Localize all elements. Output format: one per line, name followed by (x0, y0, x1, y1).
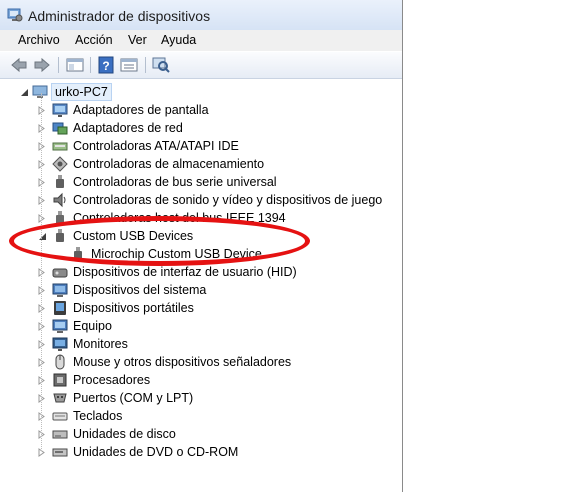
category-label: Dispositivos portátiles (73, 301, 194, 315)
window-title: Administrador de dispositivos (28, 8, 211, 24)
category-label: Mouse y otros dispositivos señaladores (73, 355, 292, 369)
expand-arrow-icon[interactable] (36, 122, 48, 134)
category-label: Controladoras ATA/ATAPI IDE (73, 139, 239, 153)
hid-icon (52, 268, 68, 278)
tree-node-usb-controllers[interactable]: Controladoras de bus serie universal (36, 173, 277, 191)
menu-bar: Archivo Acción Ver Ayuda (0, 30, 402, 51)
expand-arrow-icon[interactable] (36, 446, 48, 458)
category-label: Controladoras de bus serie universal (73, 175, 277, 189)
tree-node-computer[interactable]: Equipo (36, 317, 112, 335)
category-label: Equipo (73, 319, 112, 333)
disk-drive-icon (52, 430, 68, 439)
collapse-arrow-icon[interactable] (18, 86, 30, 98)
expand-arrow-icon[interactable] (36, 410, 48, 422)
expand-arrow-icon[interactable] (36, 104, 48, 116)
speaker-icon (53, 192, 66, 208)
monitor-icon (52, 337, 68, 351)
ide-controller-icon (52, 142, 68, 151)
help-icon[interactable]: ? (97, 56, 115, 74)
category-label: Controladoras de almacenamiento (73, 157, 265, 171)
category-label: Unidades de DVD o CD-ROM (73, 445, 239, 459)
expand-arrow-icon[interactable] (36, 320, 48, 332)
menu-archivo[interactable]: Archivo (18, 33, 60, 47)
menu-ayuda[interactable]: Ayuda (161, 33, 196, 47)
display-adapter-icon (52, 103, 68, 117)
tree-node-network-adapters[interactable]: Adaptadores de red (36, 119, 183, 137)
dvd-drive-icon (52, 448, 68, 457)
svg-text:?: ? (102, 59, 109, 73)
expand-arrow-icon[interactable] (36, 392, 48, 404)
tree-node-processors[interactable]: Procesadores (36, 371, 150, 389)
toolbar-separator (58, 57, 59, 73)
annotation-ellipse (9, 216, 310, 266)
keyboard-icon (52, 412, 68, 421)
portable-device-icon (54, 301, 66, 315)
computer-icon (52, 319, 68, 333)
expand-arrow-icon[interactable] (36, 428, 48, 440)
category-label: Procesadores (73, 373, 151, 387)
device-manager-icon (7, 8, 23, 22)
tree-node-portable-devices[interactable]: Dispositivos portátiles (36, 299, 194, 317)
show-hide-tree-icon[interactable] (66, 56, 84, 74)
tree-guide-line (41, 93, 42, 451)
tree-node-dvd-drives[interactable]: Unidades de DVD o CD-ROM (36, 443, 238, 461)
mouse-icon (55, 354, 65, 370)
expand-arrow-icon[interactable] (36, 140, 48, 152)
menu-ver[interactable]: Ver (128, 33, 147, 47)
back-arrow-icon[interactable] (10, 56, 28, 74)
title-bar: Administrador de dispositivos (0, 0, 402, 30)
properties-icon[interactable] (120, 56, 138, 74)
toolbar: ? (0, 52, 402, 79)
tree-node-storage-controllers[interactable]: Controladoras de almacenamiento (36, 155, 264, 173)
network-adapter-icon (52, 122, 68, 135)
category-label: Teclados (73, 409, 123, 423)
tree-node-display-adapters[interactable]: Adaptadores de pantalla (36, 101, 209, 119)
tree-node-ide-controllers[interactable]: Controladoras ATA/ATAPI IDE (36, 137, 239, 155)
tree-root[interactable]: urko-PC7 (18, 83, 112, 101)
tree-node-sound-video[interactable]: Controladoras de sonido y vídeo y dispos… (36, 191, 382, 209)
tree-node-keyboards[interactable]: Teclados (36, 407, 122, 425)
tree-node-ports[interactable]: Puertos (COM y LPT) (36, 389, 193, 407)
expand-arrow-icon[interactable] (36, 266, 48, 278)
category-label: Monitores (73, 337, 128, 351)
category-label: Unidades de disco (73, 427, 176, 441)
category-label: Adaptadores de red (73, 121, 183, 135)
expand-arrow-icon[interactable] (36, 194, 48, 206)
processor-icon (53, 373, 67, 387)
category-label: Adaptadores de pantalla (73, 103, 209, 117)
toolbar-separator (145, 57, 146, 73)
toolbar-separator (90, 57, 91, 73)
expand-arrow-icon[interactable] (36, 176, 48, 188)
tree-node-monitors[interactable]: Monitores (36, 335, 128, 353)
expand-arrow-icon[interactable] (36, 338, 48, 350)
expand-arrow-icon[interactable] (36, 302, 48, 314)
expand-arrow-icon[interactable] (36, 212, 48, 224)
usb-plug-icon (56, 175, 64, 188)
tree-node-disk-drives[interactable]: Unidades de disco (36, 425, 176, 443)
menu-accion[interactable]: Acción (75, 33, 113, 47)
scan-hardware-icon[interactable] (152, 56, 170, 74)
category-label: Controladoras de sonido y vídeo y dispos… (73, 193, 383, 207)
category-label: Puertos (COM y LPT) (73, 391, 194, 405)
device-tree: urko-PC7 Adaptadores de pantalla Adaptad… (0, 79, 402, 492)
expand-arrow-icon[interactable] (36, 374, 48, 386)
root-label: urko-PC7 (51, 83, 112, 101)
tree-node-system-devices[interactable]: Dispositivos del sistema (36, 281, 206, 299)
category-label: Dispositivos de interfaz de usuario (HID… (73, 265, 297, 279)
tree-node-mouse[interactable]: Mouse y otros dispositivos señaladores (36, 353, 291, 371)
expand-arrow-icon[interactable] (36, 284, 48, 296)
category-label: Dispositivos del sistema (73, 283, 207, 297)
computer-icon (32, 85, 48, 98)
forward-arrow-icon[interactable] (33, 56, 51, 74)
expand-arrow-icon[interactable] (36, 158, 48, 170)
storage-controller-icon (52, 156, 68, 172)
ports-icon (53, 393, 67, 403)
system-devices-icon (52, 283, 68, 297)
expand-arrow-icon[interactable] (36, 356, 48, 368)
